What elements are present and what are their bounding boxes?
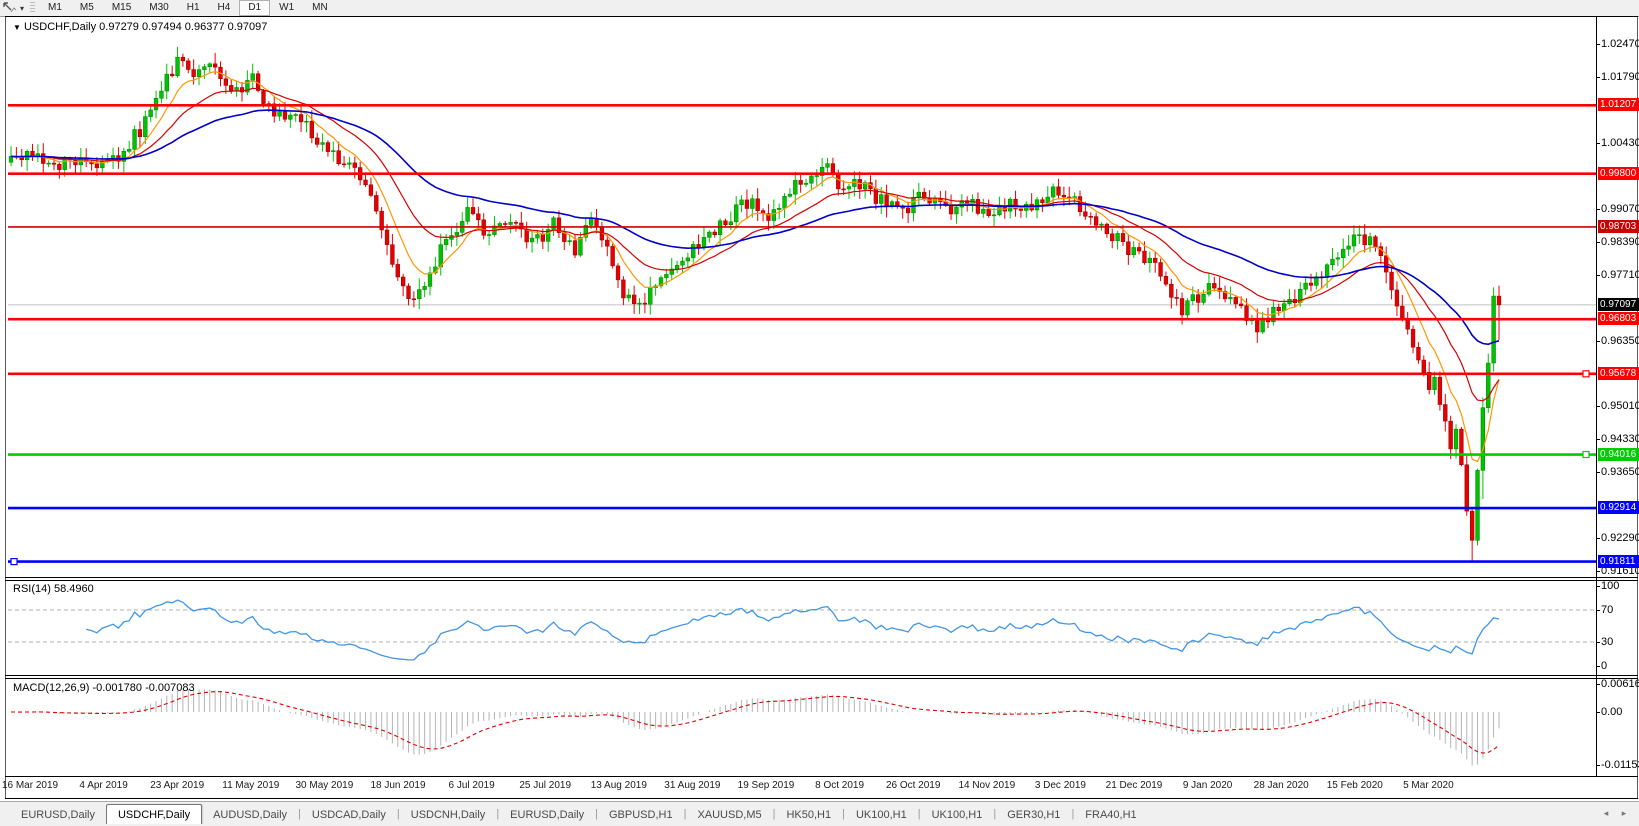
macd-tick-label: -0.011531 bbox=[1601, 759, 1639, 771]
date-label: 31 Aug 2019 bbox=[664, 780, 720, 791]
price-tick-dash bbox=[1596, 406, 1600, 407]
ma-mid-line bbox=[11, 88, 1499, 400]
rsi-tick-label: 100 bbox=[1601, 580, 1619, 592]
rsi-tick-dash bbox=[1596, 610, 1600, 611]
price-level-badge-0.98703: 0.98703 bbox=[1598, 220, 1639, 233]
price-level-badge-0.95678: 0.95678 bbox=[1598, 367, 1639, 380]
date-label: 21 Dec 2019 bbox=[1106, 780, 1163, 791]
price-tick-dash bbox=[1596, 209, 1600, 210]
date-label: 5 Mar 2020 bbox=[1403, 780, 1454, 791]
macd-tick-label: 0.006167 bbox=[1601, 678, 1639, 690]
trading-terminal: ▾ M1M5M15M30H1H4D1W1MN ▼ USDCHF,Daily 0.… bbox=[0, 0, 1639, 826]
price-tick-dash bbox=[1596, 472, 1600, 473]
price-tick-dash bbox=[1596, 571, 1600, 572]
date-label: 6 Jul 2019 bbox=[449, 780, 495, 791]
date-label: 25 Jul 2019 bbox=[519, 780, 571, 791]
rsi-tick-label: 0 bbox=[1601, 660, 1607, 672]
macd-histogram bbox=[11, 689, 1499, 766]
price-tick-label: 0.99070 bbox=[1601, 203, 1639, 215]
price-tick-dash bbox=[1596, 538, 1600, 539]
chart-title: ▼ USDCHF,Daily 0.97279 0.97494 0.96377 0… bbox=[13, 21, 267, 33]
chart-tab-xauusd-m5[interactable]: XAUUSD,M5 bbox=[686, 806, 772, 825]
price-tick-dash bbox=[1596, 341, 1600, 342]
date-label: 3 Dec 2019 bbox=[1035, 780, 1086, 791]
price-tick-dash bbox=[1596, 242, 1600, 243]
price-level-badge-1.01207: 1.01207 bbox=[1598, 98, 1639, 111]
level-handle-0.95678[interactable] bbox=[1583, 371, 1589, 377]
price-tick-label: 1.02470 bbox=[1601, 38, 1639, 50]
date-label: 8 Oct 2019 bbox=[815, 780, 864, 791]
price-level-badge-0.96803: 0.96803 bbox=[1598, 312, 1639, 325]
macd-tick-label: 0.00 bbox=[1601, 706, 1622, 718]
price-tick-label: 0.92290 bbox=[1601, 532, 1639, 544]
candlestick-series bbox=[9, 47, 1501, 561]
date-label: 26 Oct 2019 bbox=[886, 780, 940, 791]
price-tick-dash bbox=[1596, 143, 1600, 144]
price-tick-label: 0.93650 bbox=[1601, 466, 1639, 478]
price-tick-label: 0.95010 bbox=[1601, 400, 1639, 412]
rsi-tick-dash bbox=[1596, 586, 1600, 587]
ma-fast-line bbox=[11, 72, 1499, 462]
level-handle-0.94016[interactable] bbox=[1583, 452, 1589, 458]
chart-tab-uk100-h1[interactable]: UK100,H1 bbox=[845, 806, 918, 825]
date-label: 11 May 2019 bbox=[222, 780, 279, 791]
price-level-badge-0.92914: 0.92914 bbox=[1598, 501, 1639, 514]
macd-tick-dash bbox=[1596, 712, 1600, 713]
chart-tab-audusd-daily[interactable]: AUDUSD,Daily bbox=[202, 806, 298, 825]
level-handle-0.91811[interactable] bbox=[11, 559, 17, 565]
date-label: 15 Feb 2020 bbox=[1327, 780, 1383, 791]
chart-tab-eurusd-daily[interactable]: EURUSD,Daily bbox=[499, 806, 595, 825]
date-label: 16 Mar 2019 bbox=[2, 780, 58, 791]
chart-tab-gbpusd-h1[interactable]: GBPUSD,H1 bbox=[598, 806, 684, 825]
price-tick-label: 0.94330 bbox=[1601, 433, 1639, 445]
price-tick-label: 0.98390 bbox=[1601, 236, 1639, 248]
current-price-badge: 0.97097 bbox=[1598, 298, 1639, 311]
price-tick-label: 1.00430 bbox=[1601, 137, 1639, 149]
chart-collapse-icon[interactable]: ▼ bbox=[13, 23, 21, 32]
price-level-badge-0.99800: 0.99800 bbox=[1598, 167, 1639, 180]
tab-scroll-left-button[interactable]: ◂ bbox=[1600, 808, 1612, 819]
chart-tab-usdcad-daily[interactable]: USDCAD,Daily bbox=[301, 806, 397, 825]
macd-tick-dash bbox=[1596, 765, 1600, 766]
date-label: 9 Jan 2020 bbox=[1183, 780, 1233, 791]
macd-tick-dash bbox=[1596, 684, 1600, 685]
chart-tab-hk50-h1[interactable]: HK50,H1 bbox=[775, 806, 842, 825]
macd-indicator-label: MACD(12,26,9) -0.001780 -0.007083 bbox=[13, 682, 195, 694]
rsi-tick-dash bbox=[1596, 666, 1600, 667]
rsi-line bbox=[86, 600, 1499, 660]
date-label: 18 Jun 2019 bbox=[370, 780, 425, 791]
tab-scroll-right-button[interactable]: ▸ bbox=[1618, 808, 1630, 819]
chart-canvas bbox=[0, 0, 1639, 826]
chart-tab-bar: EURUSD,DailyUSDCHF,DailyAUDUSD,Daily|USD… bbox=[0, 801, 1639, 825]
price-level-badge-0.94016: 0.94016 bbox=[1598, 448, 1639, 461]
price-tick-label: 0.96350 bbox=[1601, 335, 1639, 347]
chart-tab-eurusd-daily[interactable]: EURUSD,Daily bbox=[10, 806, 106, 825]
chart-tab-ger30-h1[interactable]: GER30,H1 bbox=[996, 806, 1071, 825]
macd-signal-line bbox=[11, 692, 1499, 753]
chart-title-text: USDCHF,Daily 0.97279 0.97494 0.96377 0.9… bbox=[24, 21, 267, 33]
price-level-badge-0.91811: 0.91811 bbox=[1598, 555, 1639, 568]
price-tick-label: 1.01790 bbox=[1601, 71, 1639, 83]
price-tick-dash bbox=[1596, 439, 1600, 440]
price-tick-dash bbox=[1596, 44, 1600, 45]
rsi-tick-dash bbox=[1596, 642, 1600, 643]
rsi-indicator-label: RSI(14) 58.4960 bbox=[13, 583, 94, 595]
date-label: 30 May 2019 bbox=[295, 780, 353, 791]
price-tick-dash bbox=[1596, 275, 1600, 276]
date-label: 28 Jan 2020 bbox=[1254, 780, 1309, 791]
date-label: 4 Apr 2019 bbox=[79, 780, 127, 791]
chart-tab-usdchf-daily[interactable]: USDCHF,Daily bbox=[106, 804, 202, 825]
chart-tab-usdcnh-daily[interactable]: USDCNH,Daily bbox=[400, 806, 497, 825]
chart-tab-uk100-h1[interactable]: UK100,H1 bbox=[921, 806, 994, 825]
date-label: 23 Apr 2019 bbox=[150, 780, 204, 791]
date-label: 19 Sep 2019 bbox=[738, 780, 795, 791]
rsi-tick-label: 70 bbox=[1601, 604, 1613, 616]
date-label: 13 Aug 2019 bbox=[591, 780, 647, 791]
rsi-tick-label: 30 bbox=[1601, 636, 1613, 648]
price-tick-label: 0.97710 bbox=[1601, 269, 1639, 281]
date-label: 14 Nov 2019 bbox=[958, 780, 1015, 791]
chart-tab-fra40-h1[interactable]: FRA40,H1 bbox=[1074, 806, 1147, 825]
price-tick-dash bbox=[1596, 77, 1600, 78]
